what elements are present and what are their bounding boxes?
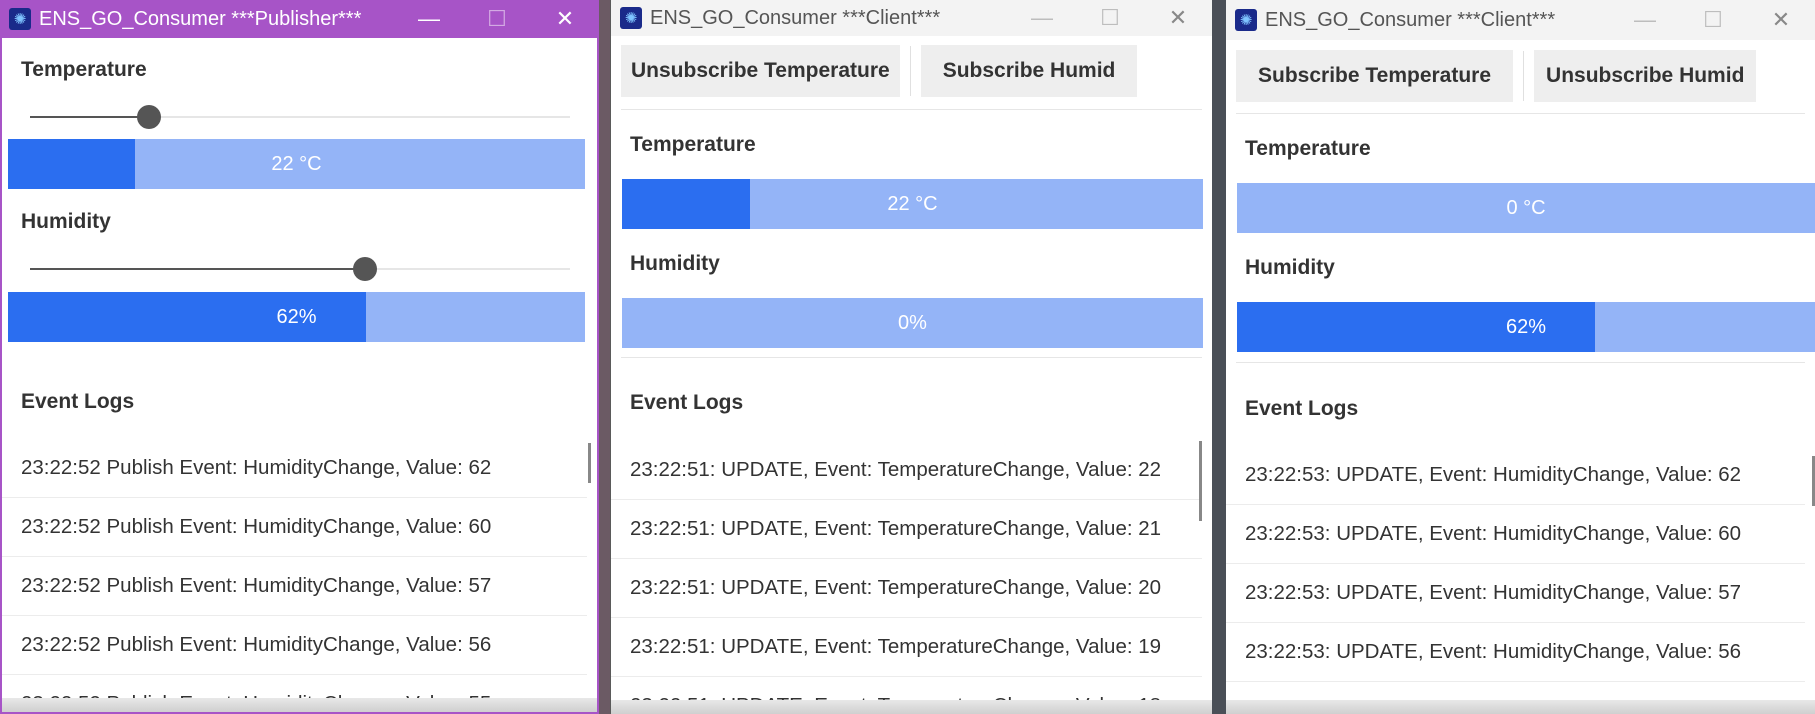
- minimize-icon[interactable]: —: [1008, 0, 1076, 36]
- log-entry: 23:22:52 Publish Event: HumidityChange, …: [2, 439, 587, 498]
- log-scrollbar[interactable]: [588, 443, 591, 483]
- temperature-subscription-button[interactable]: Subscribe Temperature: [1236, 50, 1514, 102]
- log-entry: 23:22:51: UPDATE, Event: TemperatureChan…: [611, 559, 1202, 618]
- event-log-list[interactable]: 23:22:52 Publish Event: HumidityChange, …: [2, 439, 597, 712]
- window-title: ENS_GO_Consumer ***Publisher***: [39, 7, 362, 30]
- humidity-progress-bar: 62%: [8, 292, 585, 342]
- log-entry: 23:22:53: UPDATE, Event: HumidityChange,…: [1226, 564, 1805, 623]
- temperature-progress-bar: 22 °C: [622, 179, 1203, 229]
- temperature-value: 22 °C: [271, 152, 322, 175]
- minimize-icon[interactable]: —: [395, 0, 463, 38]
- humidity-slider[interactable]: [30, 257, 570, 281]
- subscription-toolbar: Unsubscribe Temperature Subscribe Humid: [611, 45, 1212, 97]
- app-icon: ✺: [620, 7, 642, 29]
- humidity-subscription-button[interactable]: Subscribe Humid: [920, 45, 1138, 97]
- temperature-value: 0 °C: [1506, 196, 1546, 219]
- toolbar-divider: [1523, 51, 1525, 101]
- temperature-progress-bar: 22 °C: [8, 139, 585, 189]
- humidity-progress-bar: 0%: [622, 298, 1203, 348]
- list-bottom-shadow: [2, 698, 597, 712]
- minimize-icon[interactable]: —: [1611, 0, 1679, 40]
- temperature-label: Temperature: [1245, 137, 1371, 160]
- window-title: ENS_GO_Consumer ***Client***: [1265, 8, 1556, 31]
- maximize-icon[interactable]: ☐: [1076, 0, 1144, 36]
- temperature-value: 22 °C: [887, 192, 938, 215]
- toolbar-divider: [909, 46, 911, 96]
- list-bottom-shadow: [1226, 700, 1815, 714]
- humidity-label: Humidity: [1245, 256, 1335, 279]
- event-logs-heading: Event Logs: [21, 390, 135, 413]
- log-entry: 23:22:51: UPDATE, Event: TemperatureChan…: [611, 441, 1202, 500]
- client-window-2: ✺ ENS_GO_Consumer ***Client*** — ☐ ✕ Sub…: [1226, 0, 1815, 714]
- slider-filled-track: [30, 116, 149, 118]
- humidity-progress-bar: 62%: [1237, 302, 1815, 352]
- log-entry: 23:22:53: UPDATE, Event: HumidityChange,…: [1226, 446, 1805, 505]
- temperature-subscription-button[interactable]: Unsubscribe Temperature: [621, 45, 900, 97]
- window-content: Unsubscribe Temperature Subscribe Humid …: [611, 38, 1212, 714]
- list-bottom-shadow: [611, 700, 1212, 714]
- app-icon: ✺: [1235, 9, 1257, 31]
- log-entry: 23:22:51: UPDATE, Event: TemperatureChan…: [611, 500, 1202, 559]
- close-icon[interactable]: ✕: [1747, 0, 1815, 40]
- window-content: Subscribe Temperature Unsubscribe Humid …: [1226, 40, 1815, 714]
- temperature-label: Temperature: [630, 133, 756, 156]
- subscription-toolbar: Subscribe Temperature Unsubscribe Humid: [1226, 50, 1815, 102]
- client-window-1: ✺ ENS_GO_Consumer ***Client*** — ☐ ✕ Uns…: [611, 0, 1212, 714]
- log-entry: 23:22:53: UPDATE, Event: HumidityChange,…: [1226, 623, 1805, 682]
- log-entry: 23:22:52 Publish Event: HumidityChange, …: [2, 616, 587, 675]
- app-icon: ✺: [9, 8, 31, 30]
- divider: [621, 357, 1202, 358]
- window-content: Temperature 22 °C Humidity 62% Event Log…: [2, 38, 597, 712]
- log-entry: 23:22:51: UPDATE, Event: TemperatureChan…: [611, 618, 1202, 677]
- close-icon[interactable]: ✕: [1144, 0, 1212, 36]
- temperature-slider[interactable]: [30, 105, 570, 129]
- event-logs-heading: Event Logs: [1245, 397, 1359, 420]
- temperature-progress-bar: 0 °C: [1237, 183, 1815, 233]
- slider-thumb[interactable]: [352, 257, 377, 281]
- log-entry: 23:22:53: UPDATE, Event: HumidityChange,…: [1226, 505, 1805, 564]
- title-bar[interactable]: ✺ ENS_GO_Consumer ***Client*** — ☐ ✕: [1226, 0, 1815, 40]
- window-title: ENS_GO_Consumer ***Client***: [650, 6, 941, 29]
- temperature-label: Temperature: [21, 58, 147, 81]
- slider-filled-track: [30, 268, 365, 270]
- humidity-value: 62%: [1505, 315, 1547, 338]
- log-entry: 23:22:52 Publish Event: HumidityChange, …: [2, 498, 587, 557]
- humidity-label: Humidity: [21, 210, 111, 233]
- humidity-value: 62%: [276, 305, 317, 328]
- event-log-list[interactable]: 23:22:53: UPDATE, Event: HumidityChange,…: [1226, 446, 1815, 714]
- publisher-window: ✺ ENS_GO_Consumer ***Publisher*** — ☐ ✕ …: [0, 0, 599, 714]
- humidity-label: Humidity: [630, 252, 720, 275]
- title-bar[interactable]: ✺ ENS_GO_Consumer ***Client*** — ☐ ✕: [611, 0, 1212, 36]
- event-log-list[interactable]: 23:22:51: UPDATE, Event: TemperatureChan…: [611, 441, 1212, 714]
- close-icon[interactable]: ✕: [531, 0, 597, 38]
- event-logs-heading: Event Logs: [630, 391, 744, 414]
- title-bar[interactable]: ✺ ENS_GO_Consumer ***Publisher*** — ☐ ✕: [2, 0, 597, 38]
- log-scrollbar[interactable]: [1199, 441, 1202, 521]
- humidity-value: 0%: [898, 311, 927, 334]
- maximize-icon[interactable]: ☐: [1679, 0, 1747, 40]
- humidity-subscription-button[interactable]: Unsubscribe Humid: [1534, 50, 1757, 102]
- desktop-strip: [1212, 0, 1226, 714]
- divider: [1236, 362, 1805, 363]
- divider: [1236, 113, 1805, 114]
- divider: [621, 109, 1202, 110]
- slider-thumb[interactable]: [136, 105, 161, 129]
- maximize-icon[interactable]: ☐: [463, 0, 531, 38]
- desktop-strip: [598, 0, 610, 714]
- log-entry: 23:22:52 Publish Event: HumidityChange, …: [2, 557, 587, 616]
